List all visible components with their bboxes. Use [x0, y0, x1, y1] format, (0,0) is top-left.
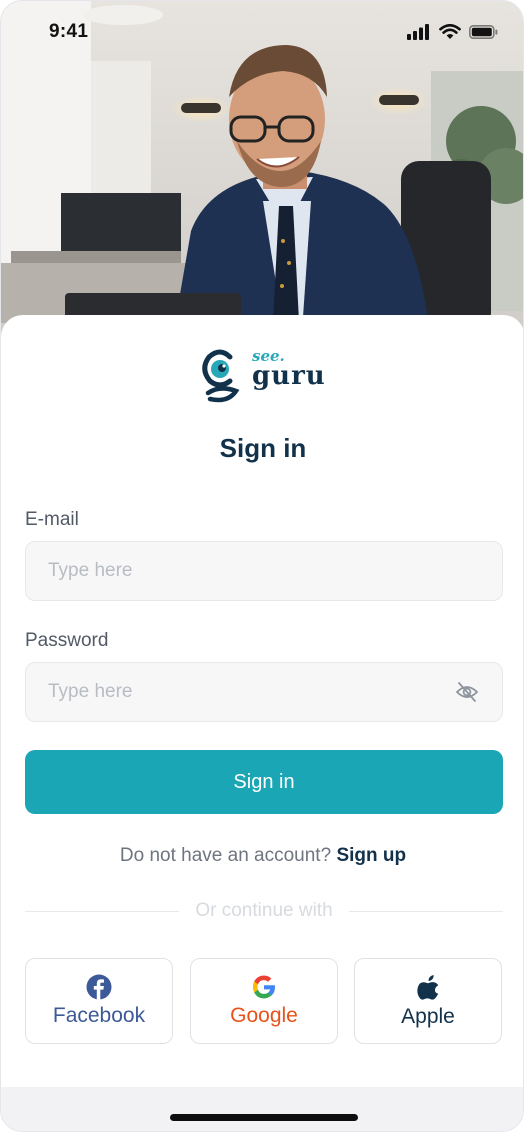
battery-icon	[469, 24, 498, 39]
divider-line-right	[348, 910, 504, 912]
google-label: Google	[230, 1004, 298, 1027]
status-bar: 9:41	[1, 1, 523, 63]
divider-text: Or continue with	[195, 900, 333, 921]
divider-line-left	[25, 910, 180, 912]
home-indicator[interactable]	[170, 1114, 358, 1121]
wifi-icon	[439, 24, 461, 39]
signup-prompt-text: Do not have an account?	[119, 845, 332, 866]
eye-logo-icon	[202, 349, 240, 403]
page-title: Sign in	[219, 433, 307, 463]
email-label: E-mail	[25, 509, 79, 530]
facebook-button[interactable]: Facebook	[25, 958, 173, 1044]
status-time: 9:41	[49, 21, 89, 42]
google-button[interactable]: Google	[190, 958, 338, 1044]
password-field[interactable]	[25, 662, 503, 722]
signup-link[interactable]: Sign up	[336, 845, 406, 866]
apple-label: Apple	[401, 1005, 455, 1028]
signin-button[interactable]: Sign in	[25, 750, 503, 814]
google-icon	[252, 975, 275, 999]
phone-screen: 9:41 see. guru Sign in E-mail Type here …	[0, 0, 524, 1132]
apple-button[interactable]: Apple	[354, 958, 502, 1044]
status-icons	[407, 24, 499, 40]
email-field[interactable]	[25, 541, 503, 601]
password-label: Password	[25, 630, 109, 651]
email-input[interactable]	[48, 560, 480, 582]
facebook-label: Facebook	[52, 1004, 146, 1027]
app-logo: see. guru	[202, 345, 332, 407]
cellular-signal-icon	[407, 24, 429, 40]
apple-icon	[417, 975, 439, 1000]
signin-card: see. guru Sign in E-mail Password Sign i…	[1, 315, 523, 1087]
logo-guru-text: guru	[252, 361, 326, 391]
eye-off-icon[interactable]	[454, 679, 480, 705]
facebook-icon	[86, 974, 112, 1000]
signup-prompt: Do not have an account? Sign up	[1, 845, 523, 867]
or-divider: Or continue with	[25, 899, 504, 923]
home-indicator-area	[1, 1087, 523, 1131]
password-input[interactable]	[48, 681, 454, 703]
